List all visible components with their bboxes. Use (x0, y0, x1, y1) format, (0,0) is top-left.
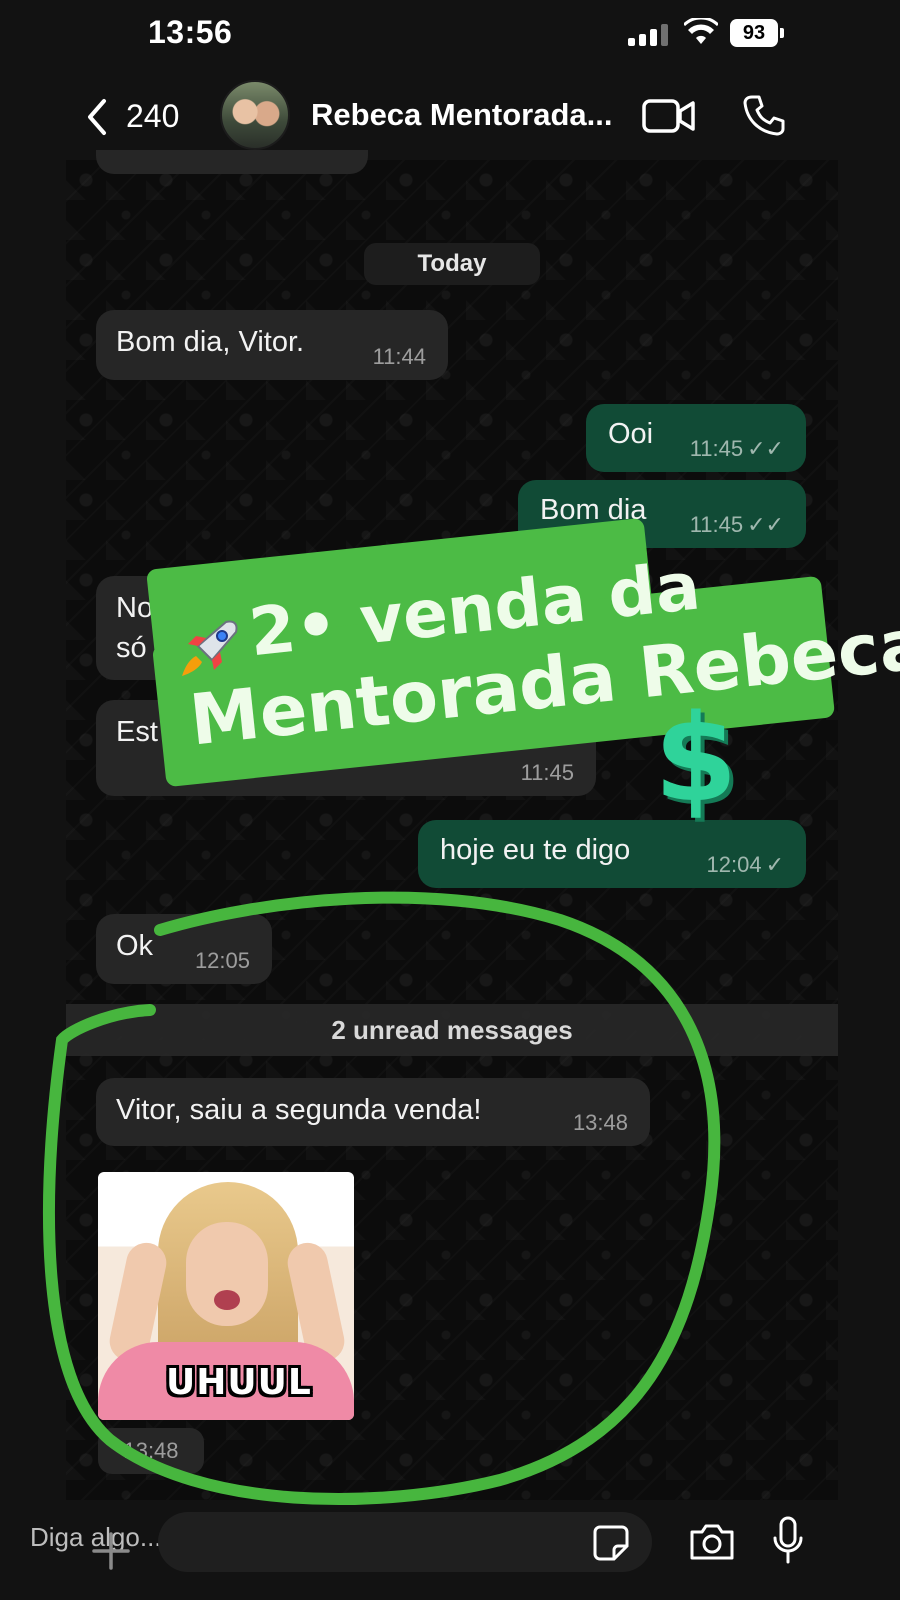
message-text: Bom dia (540, 494, 647, 526)
chevron-left-icon[interactable] (82, 97, 112, 137)
message-input[interactable] (158, 1512, 652, 1572)
message-time: 12:04 (706, 852, 762, 877)
composer-bar: Diga algo... (0, 1500, 900, 1600)
plus-icon[interactable] (90, 1530, 132, 1572)
back-unread-count[interactable]: 240 (126, 98, 179, 135)
check-icon: ✓ (765, 852, 784, 877)
status-bar: 13:56 93 (0, 0, 900, 70)
message-text: Ok (116, 930, 154, 962)
message-incoming[interactable]: Nossa mentoria ime só (96, 576, 516, 680)
sticker-message[interactable]: UHUUL (98, 1172, 354, 1420)
double-check-icon: ✓✓ (747, 512, 784, 537)
message-text: Bom dia, Vitor. (116, 326, 305, 358)
battery-icon: 93 (730, 19, 784, 47)
message-time: 11:45 (689, 512, 744, 537)
message-outgoing[interactable]: Bom dia 11:45 ✓✓ (518, 480, 806, 548)
message-time: 11:45 (689, 436, 744, 461)
message-time: 11:45 (520, 760, 574, 785)
message-time-wrap: 11:45 ✓✓ (690, 512, 784, 538)
message-text-line2: só (116, 632, 147, 664)
chat-header: 240 Rebeca Mentorada... (66, 75, 838, 160)
wifi-icon (684, 18, 718, 44)
message-incoming[interactable]: Bom dia, Vitor. 11:44 (96, 310, 448, 380)
double-check-icon: ✓✓ (747, 436, 784, 461)
message-outgoing[interactable]: hoje eu te digo 12:04 ✓ (418, 820, 806, 888)
message-incoming[interactable]: Est 11:45 (96, 700, 596, 796)
video-call-icon[interactable] (642, 97, 696, 135)
sticker-caption: UHUUL (166, 1362, 312, 1403)
signal-icon (628, 22, 670, 46)
date-separator: Today (364, 243, 540, 285)
sticker-mouth (214, 1290, 240, 1310)
message-time: 13:48 (572, 1110, 628, 1135)
unread-separator: 2 unread messages (66, 1004, 838, 1056)
message-text: Vitor, saiu a segunda venda! (116, 1094, 482, 1126)
avatar[interactable] (220, 80, 290, 150)
message-time: 11:44 (372, 344, 426, 369)
message-bubble-partial (96, 150, 368, 174)
message-text: hoje eu te digo (440, 834, 631, 866)
contact-name[interactable]: Rebeca Mentorada... (311, 97, 612, 133)
message-time-wrap: 12:04 ✓ (707, 852, 785, 878)
message-text: Est (116, 716, 158, 748)
message-outgoing[interactable]: Ooi 11:45 ✓✓ (586, 404, 806, 472)
message-text: Nossa mentoria ime (116, 592, 374, 624)
camera-icon[interactable] (688, 1522, 736, 1562)
message-time-wrap: 11:45 ✓✓ (690, 436, 784, 462)
message-time: 12:05 (194, 948, 250, 973)
message-incoming[interactable]: Vitor, saiu a segunda venda! 13:48 (96, 1078, 650, 1146)
sticker-icon[interactable] (592, 1524, 630, 1562)
message-incoming[interactable]: Ok 12:05 (96, 914, 272, 984)
microphone-icon[interactable] (772, 1516, 804, 1566)
sticker-time: 13:48 (98, 1428, 204, 1474)
sticker-face (186, 1222, 268, 1326)
status-time: 13:56 (148, 14, 233, 50)
phone-icon[interactable] (742, 93, 786, 137)
message-text: Ooi (608, 418, 654, 450)
